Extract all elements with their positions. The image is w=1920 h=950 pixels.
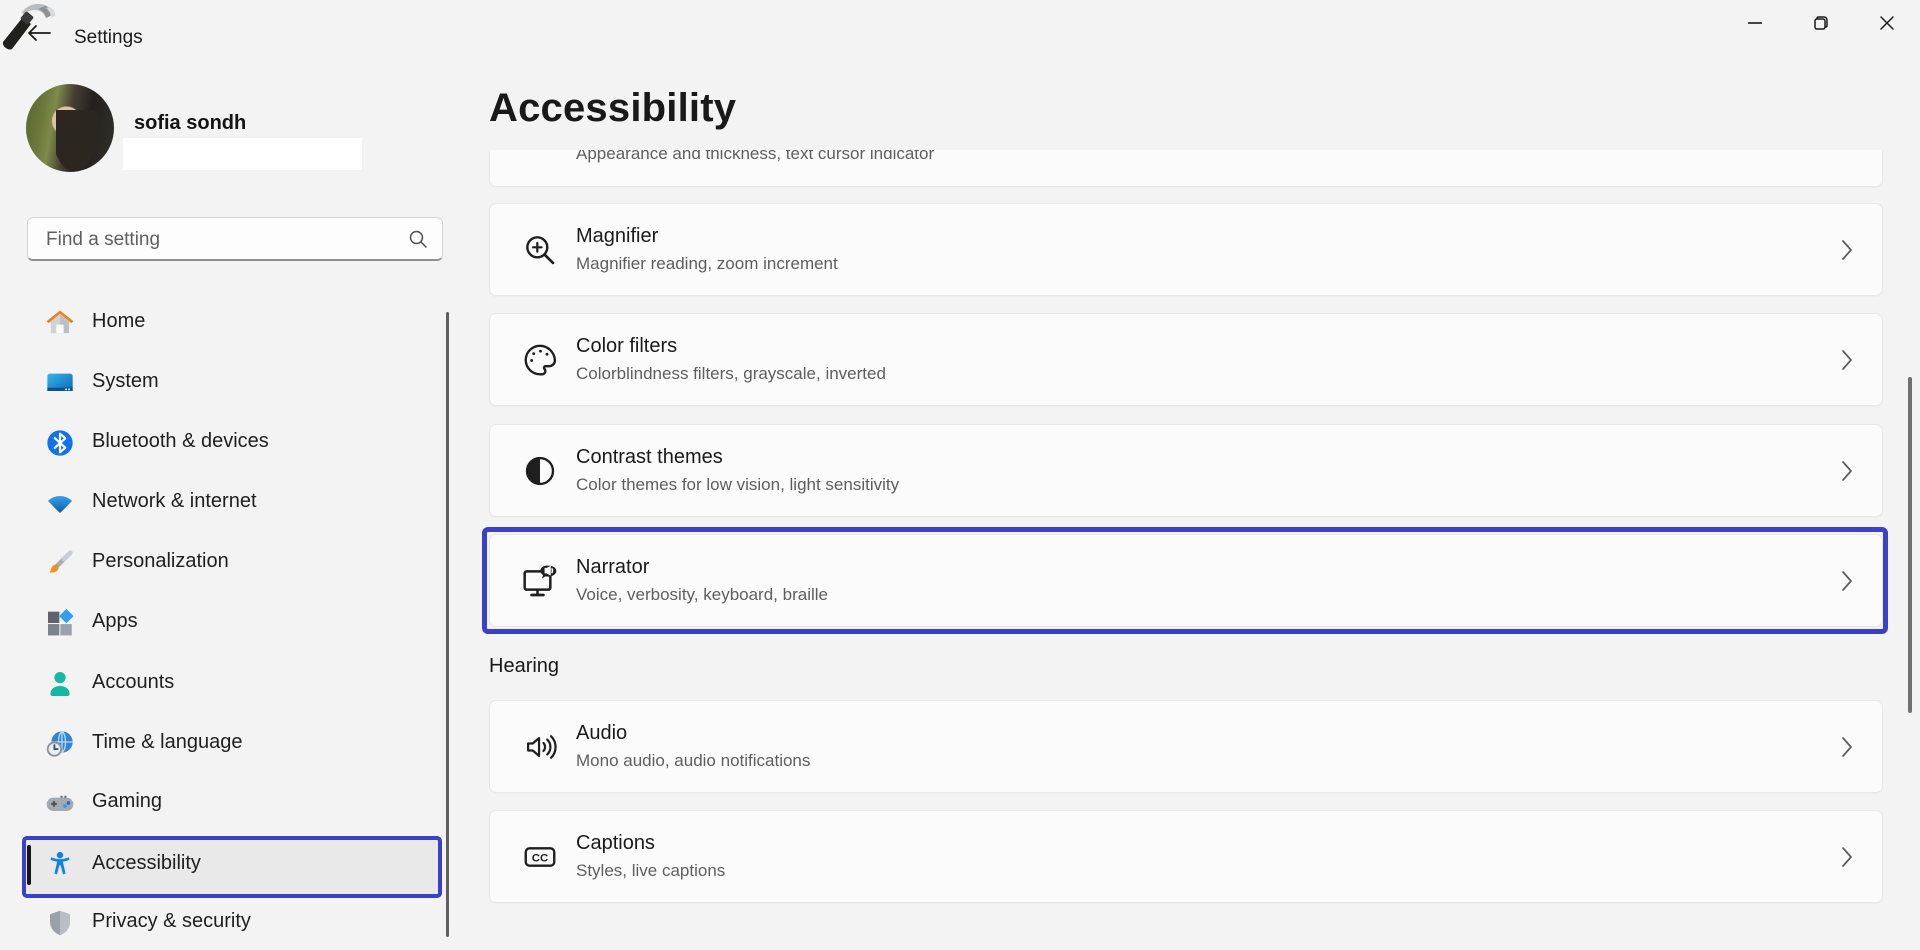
sidebar-scrollbar[interactable] bbox=[446, 312, 449, 937]
settings-row-text-cursor-partial[interactable]: Appearance and thickness, text cursor in… bbox=[489, 150, 1883, 187]
magnifier-icon bbox=[518, 228, 562, 272]
row-title: Narrator bbox=[576, 556, 649, 579]
sidebar-item-home[interactable]: Home bbox=[26, 296, 438, 350]
sidebar-item-label: Network & internet bbox=[92, 490, 257, 513]
row-subtitle: Styles, live captions bbox=[576, 861, 725, 881]
row-subtitle: Mono audio, audio notifications bbox=[576, 751, 810, 771]
page-title: Accessibility bbox=[489, 86, 736, 131]
personalization-icon bbox=[44, 547, 76, 579]
sidebar-item-label: Time & language bbox=[92, 731, 242, 754]
settings-row-color-filters[interactable]: Color filters Colorblindness filters, gr… bbox=[489, 313, 1883, 406]
app-title: Settings bbox=[74, 27, 143, 49]
time-language-icon bbox=[44, 728, 76, 760]
row-title: Color filters bbox=[576, 335, 677, 358]
row-subtitle: Color themes for low vision, light sensi… bbox=[576, 475, 899, 495]
chevron-right-icon bbox=[1840, 734, 1854, 760]
gaming-icon bbox=[44, 787, 76, 819]
sidebar-item-label: System bbox=[92, 370, 159, 393]
settings-row-captions[interactable]: CC Captions Styles, live captions bbox=[489, 810, 1883, 903]
row-title: Contrast themes bbox=[576, 446, 723, 469]
hammer-icon bbox=[0, 0, 60, 52]
network-icon bbox=[44, 487, 76, 519]
system-icon bbox=[44, 367, 76, 399]
settings-window: Settings sofia sondh bbox=[0, 0, 1920, 937]
chevron-right-icon bbox=[1840, 458, 1854, 484]
narrator-icon bbox=[518, 559, 562, 603]
user-name: sofia sondh bbox=[134, 112, 246, 135]
sidebar-item-accounts[interactable]: Accounts bbox=[26, 657, 438, 711]
home-icon bbox=[44, 307, 76, 339]
sidebar-item-label: Apps bbox=[92, 610, 138, 633]
bluetooth-icon bbox=[44, 427, 76, 459]
minimize-icon[interactable] bbox=[1722, 0, 1788, 46]
accounts-icon bbox=[44, 668, 76, 700]
audio-icon bbox=[518, 725, 562, 769]
search-input[interactable] bbox=[44, 220, 398, 260]
row-title: Captions bbox=[576, 832, 655, 855]
sidebar-item-label: Personalization bbox=[92, 550, 229, 573]
sidebar-item-label: Gaming bbox=[92, 790, 162, 813]
row-subtitle: Appearance and thickness, text cursor in… bbox=[576, 150, 934, 164]
avatar bbox=[26, 84, 114, 172]
sidebar-item-label: Accounts bbox=[92, 671, 174, 694]
settings-row-audio[interactable]: Audio Mono audio, audio notifications bbox=[489, 700, 1883, 793]
sidebar-item-time-language[interactable]: Time & language bbox=[26, 717, 438, 771]
privacy-icon bbox=[44, 907, 76, 939]
selected-indicator-pill bbox=[27, 845, 31, 885]
sidebar-item-label: Accessibility bbox=[92, 852, 201, 875]
sidebar-item-label: Privacy & security bbox=[92, 910, 251, 933]
close-icon[interactable] bbox=[1854, 0, 1920, 46]
row-subtitle: Voice, verbosity, keyboard, braille bbox=[576, 585, 828, 605]
sidebar-item-gaming[interactable]: Gaming bbox=[26, 776, 438, 830]
content-scroll-area: Appearance and thickness, text cursor in… bbox=[482, 150, 1892, 937]
titlebar: Settings bbox=[0, 0, 1920, 56]
search-box bbox=[27, 217, 443, 261]
accessibility-icon bbox=[44, 849, 76, 881]
sidebar-item-apps[interactable]: Apps bbox=[26, 596, 438, 650]
search-icon[interactable] bbox=[407, 228, 429, 250]
svg-text:CC: CC bbox=[532, 852, 548, 864]
sidebar-item-accessibility[interactable]: Accessibility bbox=[22, 836, 442, 898]
row-subtitle: Magnifier reading, zoom increment bbox=[576, 254, 838, 274]
sidebar-item-bluetooth-devices[interactable]: Bluetooth & devices bbox=[26, 416, 438, 470]
settings-row-magnifier[interactable]: Magnifier Magnifier reading, zoom increm… bbox=[489, 203, 1883, 296]
captions-icon: CC bbox=[518, 835, 562, 879]
chevron-right-icon bbox=[1840, 237, 1854, 263]
settings-row-narrator[interactable]: Narrator Voice, verbosity, keyboard, bra… bbox=[489, 534, 1883, 627]
chevron-right-icon bbox=[1840, 347, 1854, 373]
sidebar-item-label: Bluetooth & devices bbox=[92, 430, 269, 453]
row-subtitle: Colorblindness filters, grayscale, inver… bbox=[576, 364, 886, 384]
row-title: Audio bbox=[576, 722, 627, 745]
color-filters-icon bbox=[518, 338, 562, 382]
main-scrollbar[interactable] bbox=[1908, 377, 1912, 713]
sidebar-item-privacy-security[interactable]: Privacy & security bbox=[26, 896, 438, 950]
row-title: Magnifier bbox=[576, 225, 658, 248]
sidebar-item-label: Home bbox=[92, 310, 145, 333]
chevron-right-icon bbox=[1840, 844, 1854, 870]
section-header-hearing: Hearing bbox=[489, 655, 559, 678]
restore-icon[interactable] bbox=[1788, 0, 1854, 46]
settings-row-contrast-themes[interactable]: Contrast themes Color themes for low vis… bbox=[489, 424, 1883, 517]
sidebar-item-network-internet[interactable]: Network & internet bbox=[26, 476, 438, 530]
window-controls bbox=[1722, 0, 1920, 56]
chevron-right-icon bbox=[1840, 568, 1854, 594]
apps-icon bbox=[44, 607, 76, 639]
redacted-email-box bbox=[123, 138, 362, 170]
sidebar-item-system[interactable]: System bbox=[26, 356, 438, 410]
contrast-themes-icon bbox=[518, 449, 562, 493]
sidebar-item-personalization[interactable]: Personalization bbox=[26, 536, 438, 590]
